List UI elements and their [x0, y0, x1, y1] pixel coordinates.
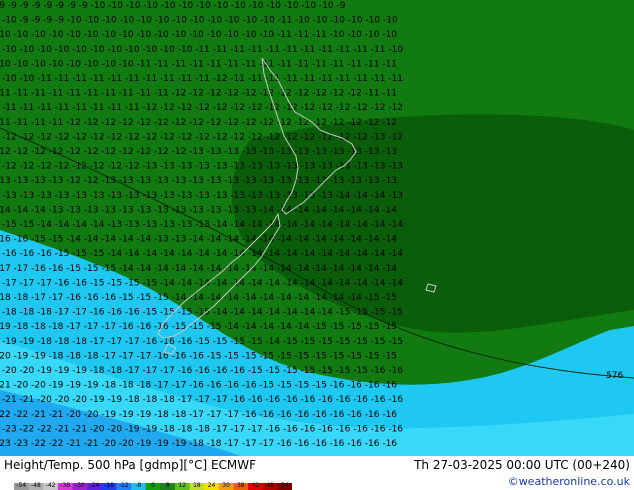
temperature-row: -9 -9 -9 -9 -9 -9 -9 -9 -10 -10 -10 -10 … [0, 1, 346, 11]
valid-time: Th 27-03-2025 00:00 UTC (00+240) [414, 458, 630, 472]
temperature-row: -18 -18 -17 -17 -16 -16 -16 -15 -15 -15 … [0, 293, 397, 303]
colorbar-tick-label: 38 [236, 482, 245, 489]
temperature-row: -16 -16 -15 -15 -14 -14 -14 -14 -14 -13 … [0, 235, 397, 245]
temperature-row: -12 -12 -12 -12 -12 -12 -12 -12 -12 -12 … [2, 132, 403, 142]
temperature-row: -10 -10 -11 -11 -11 -11 -11 -11 -11 -11 … [2, 74, 403, 84]
colorbar-tick-label: 18 [193, 482, 201, 489]
map-title: Height/Temp. 500 hPa [gdmp][°C] ECMWF [4, 458, 257, 472]
colorbar-tick-label: -30 [74, 482, 85, 489]
temperature-row: -10 -10 -10 -10 -10 -10 -10 -10 -10 -10 … [0, 30, 397, 40]
temperature-row: -22 -22 -21 -21 -20 -20 -19 -19 -19 -18 … [0, 410, 397, 420]
map-viewer: { "header": { "title_left": "Height/Temp… [0, 0, 634, 490]
temperature-row: -14 -14 -14 -13 -13 -13 -13 -13 -13 -13 … [0, 205, 397, 215]
temperature-row: -19 -19 -18 -18 -18 -17 -17 -17 -16 -16 … [2, 337, 403, 347]
bottom-bar: Height/Temp. 500 hPa [gdmp][°C] ECMWF Th… [0, 456, 634, 490]
colorbar-tick-label: -12 [118, 482, 129, 489]
temperature-row: -11 -11 -11 -11 -11 -11 -11 -11 -12 -12 … [2, 103, 403, 113]
temperature-row: -11 -11 -11 -11 -12 -12 -12 -12 -12 -12 … [0, 118, 397, 128]
colorbar-tick-label: -48 [31, 482, 41, 489]
temperature-row: -11 -11 -11 -11 -11 -11 -11 -11 -11 -11 … [0, 89, 397, 99]
colorbar-tick-label: 0 [151, 482, 155, 489]
temperature-row: -17 -17 -16 -16 -15 -15 -15 -14 -14 -14 … [0, 264, 397, 274]
temperature-row: -16 -16 -16 -15 -15 -15 -14 -14 -14 -14 … [2, 249, 403, 259]
colorbar-tick-label: -24 [89, 482, 100, 489]
temperature-row: -10 -10 -10 -10 -10 -10 -10 -10 -11 -11 … [0, 59, 397, 69]
temperature-row: -12 -12 -12 -12 -12 -12 -12 -12 -12 -12 … [0, 147, 397, 157]
temperature-row: -20 -20 -19 -19 -19 -18 -18 -17 -17 -17 … [2, 366, 403, 376]
temperature-row: -10 -9 -9 -9 -9 -10 -10 -10 -10 -10 -10 … [2, 16, 398, 26]
temperature-row: -10 -10 -10 -10 -10 -10 -10 -10 -10 -10 … [2, 45, 403, 55]
temperature-row: -20 -19 -19 -18 -18 -18 -17 -17 -17 -16 … [0, 351, 397, 361]
colorbar-tick-label: 8 [165, 482, 170, 489]
colorbar-tick-label: -38 [60, 482, 71, 489]
colorbar-tick-label: 48 [266, 482, 274, 489]
colorbar-tick-label: 54 [280, 482, 289, 489]
colorbar-tick-label: -18 [104, 482, 114, 489]
temperature-values: -9 -9 -9 -9 -9 -9 -9 -9 -10 -10 -10 -10 … [0, 1, 403, 449]
temperature-row: -13 -13 -13 -13 -13 -13 -13 -13 -13 -13 … [2, 191, 403, 201]
temperature-row: -13 -13 -13 -13 -12 -12 -13 -13 -13 -13 … [0, 176, 397, 186]
temperature-row: -18 -18 -18 -17 -17 -16 -16 -16 -15 -15 … [2, 308, 403, 318]
colorbar-tick-label: 24 [207, 482, 216, 489]
temperature-row: -23 -23 -22 -22 -21 -21 -20 -20 -19 -19 … [0, 439, 397, 449]
temperature-row: -21 -20 -20 -19 -19 -19 -18 -18 -18 -17 … [0, 381, 397, 391]
colorbar-tick-label: -42 [45, 482, 56, 489]
temperature-row: -23 -22 -22 -21 -21 -20 -20 -19 -19 -18 … [2, 424, 403, 434]
temperature-row: -19 -18 -18 -18 -17 -17 -17 -16 -16 -16 … [0, 322, 397, 332]
colorbar-tick-label: 42 [251, 482, 260, 489]
colorbar-tick-label: 12 [178, 482, 187, 489]
colorbar-tick-label: 30 [222, 482, 230, 489]
contour-label: 576 [606, 371, 623, 381]
colorbar-ticks: -54 -48 -42 -38 -30 -24 -18 -12 -8 0 8 12 18 24 30 38 42… [14, 482, 292, 490]
credit-link[interactable]: ©weatheronline.co.uk [508, 475, 630, 489]
temperature-row: -15 -15 -14 -14 -14 -14 -13 -13 -13 -13 … [2, 220, 403, 230]
colorbar-tick-label: -8 [135, 482, 142, 489]
temperature-row: -21 -21 -20 -20 -20 -19 -19 -18 -18 -18 … [2, 395, 403, 405]
colorbar-tick-label: -54 [16, 482, 27, 489]
weather-map[interactable]: -9 -9 -9 -9 -9 -9 -9 -9 -10 -10 -10 -10 … [0, 0, 634, 456]
